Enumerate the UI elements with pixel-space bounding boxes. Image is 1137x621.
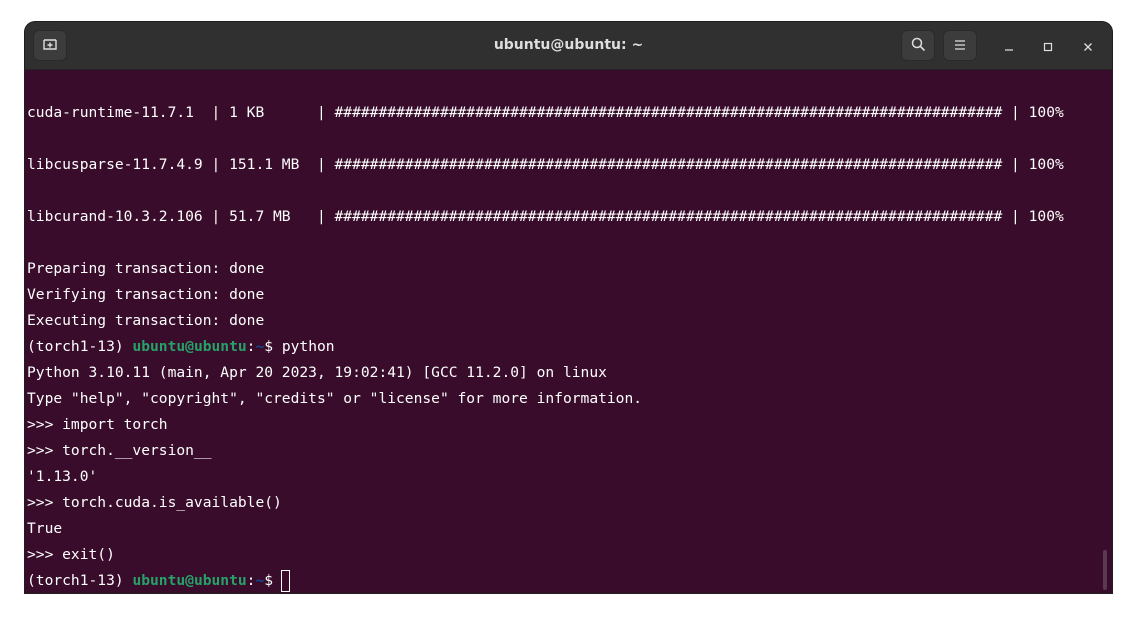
terminal-line: >>> torch.__version__ <box>27 442 212 459</box>
terminal-line: Python 3.10.11 (main, Apr 20 2023, 19:02… <box>27 364 607 381</box>
maximize-icon <box>1043 37 1053 56</box>
terminal-line: True <box>27 520 63 537</box>
shell-prompt-line: (torch1-13) ubuntu@ubuntu:~$ <box>27 568 291 593</box>
terminal-line: >>> torch.cuda.is_available() <box>27 494 282 511</box>
title-bar: ubuntu@ubuntu: ~ <box>25 22 1112 70</box>
close-button[interactable] <box>1076 34 1100 58</box>
terminal-line: >>> import torch <box>27 416 168 433</box>
new-tab-button[interactable] <box>33 30 67 61</box>
terminal-window: ubuntu@ubuntu: ~ cuda-runtime-11.7.1 | 1… <box>25 22 1112 593</box>
terminal-line: libcusparse-11.7.4.9 | 151.1 MB | ######… <box>27 156 1064 173</box>
terminal-line: Verifying transaction: done <box>27 286 265 303</box>
prompt-sign: $ <box>264 572 274 589</box>
prompt-command: python <box>281 338 335 355</box>
scrollbar[interactable] <box>1103 550 1107 590</box>
close-icon <box>1083 37 1093 56</box>
terminal-line: '1.13.0' <box>27 468 98 485</box>
maximize-button[interactable] <box>1036 34 1060 58</box>
terminal-line: cuda-runtime-11.7.1 | 1 KB | ###########… <box>27 104 1064 121</box>
new-tab-icon <box>42 36 58 56</box>
prompt-path: ~ <box>255 572 265 589</box>
shell-prompt-line: (torch1-13) ubuntu@ubuntu:~$ python <box>27 334 335 360</box>
terminal-line: libcurand-10.3.2.106 | 51.7 MB | #######… <box>27 208 1064 225</box>
conda-env-label: (torch1-13) <box>27 572 133 589</box>
minimize-icon <box>1004 37 1014 56</box>
conda-env-label: (torch1-13) <box>27 338 133 355</box>
prompt-sign: $ <box>264 338 282 355</box>
hamburger-menu-icon <box>953 36 967 55</box>
menu-button[interactable] <box>943 30 977 61</box>
prompt-path: ~ <box>255 338 265 355</box>
search-icon <box>910 36 926 56</box>
terminal-line: Executing transaction: done <box>27 312 265 329</box>
prompt-user-host: ubuntu@ubuntu <box>132 338 247 355</box>
terminal-line: >>> exit() <box>27 546 115 563</box>
minimize-button[interactable] <box>997 34 1021 58</box>
terminal-line: Preparing transaction: done <box>27 260 265 277</box>
terminal-output[interactable]: cuda-runtime-11.7.1 | 1 KB | ###########… <box>25 70 1112 593</box>
terminal-line: Type "help", "copyright", "credits" or "… <box>27 390 643 407</box>
search-button[interactable] <box>901 30 935 61</box>
prompt-user-host: ubuntu@ubuntu <box>132 572 247 589</box>
text-cursor <box>281 570 291 592</box>
